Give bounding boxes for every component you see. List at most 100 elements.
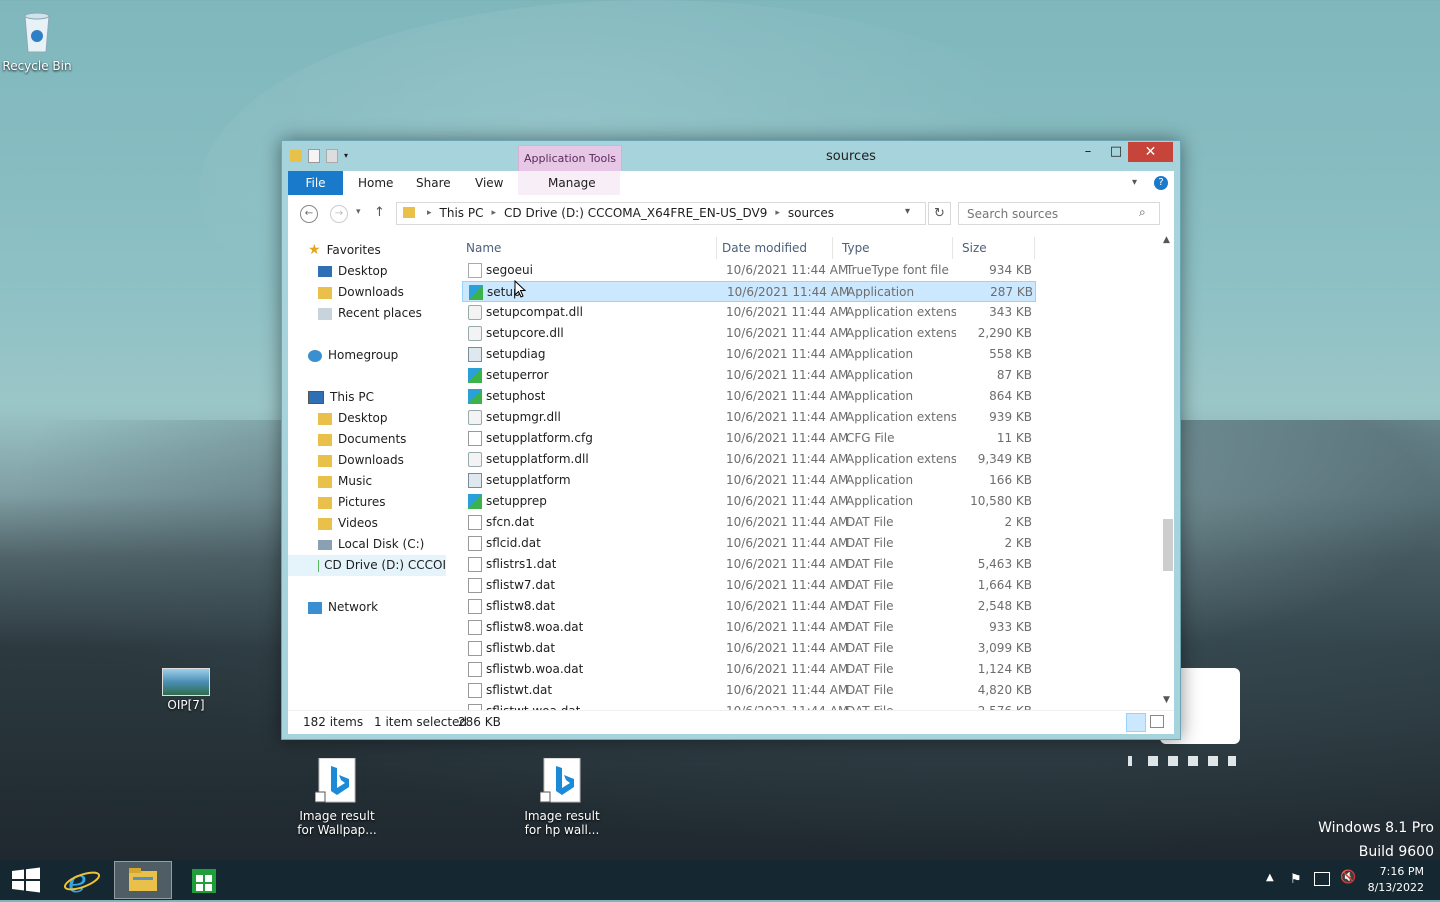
vertical-scrollbar[interactable]: ▲ ▼ [1162,233,1174,710]
column-header-type[interactable]: Type [842,237,953,259]
file-date-modified: 10/6/2021 11:44 AM [726,302,848,323]
details-view-icon[interactable] [1126,713,1146,732]
nav-pc-pictures[interactable]: Pictures [318,492,386,513]
breadcrumb-sources[interactable]: sources [788,206,834,220]
nav-pc-music[interactable]: Music [318,471,372,492]
file-date-modified: 10/6/2021 11:44 AM [726,680,848,701]
table-row[interactable]: setup-app-iconsetuphost10/6/2021 11:44 A… [462,386,1036,407]
table-row[interactable]: setup-app-iconsetuperror10/6/2021 11:44 … [462,365,1036,386]
table-row[interactable]: file-iconsflistw8.dat10/6/2021 11:44 AMD… [462,596,1036,617]
table-row[interactable]: file-iconsflistwt.woa.dat10/6/2021 11:44… [462,701,1036,710]
minimize-button[interactable]: – [1074,142,1102,162]
table-row[interactable]: setup-app-iconsetupprep10/6/2021 11:44 A… [462,491,1036,512]
table-row[interactable]: file-iconsflistrs1.dat10/6/2021 11:44 AM… [462,554,1036,575]
nav-pc-documents[interactable]: Documents [318,429,406,450]
scroll-up-icon[interactable]: ▲ [1163,235,1170,245]
table-row[interactable]: file-iconsetupplatform.cfg10/6/2021 11:4… [462,428,1036,449]
show-hidden-icons-icon[interactable]: ▲ [1266,872,1274,883]
search-icon[interactable]: ⌕ [1139,205,1146,220]
tab-home[interactable]: Home [358,171,393,195]
desktop-icon-image-result-hp[interactable]: Image result for hp wall... [517,758,607,837]
large-icons-view-icon[interactable] [1150,715,1164,728]
nav-pc-videos[interactable]: Videos [318,513,378,534]
nav-this-pc[interactable]: This PC [308,387,374,408]
expand-ribbon-icon[interactable]: ▾ [1132,171,1137,195]
file-name: sflistw8.woa.dat [486,617,583,638]
table-row[interactable]: setup-app-iconsetup10/6/2021 11:44 AMApp… [462,281,1036,302]
nav-pc-local-disk[interactable]: Local Disk (C:) [318,534,424,555]
desktop-icon-image-result-wallpaper[interactable]: Image result for Wallpap... [292,758,382,837]
table-row[interactable]: app-iconsetupdiag10/6/2021 11:44 AMAppli… [462,344,1036,365]
nav-label: Downloads [338,282,404,303]
nav-homegroup[interactable]: Homegroup [308,345,398,366]
nav-pc-desktop[interactable]: Desktop [318,408,388,429]
scrollbar-thumb[interactable] [1163,519,1173,571]
back-icon[interactable]: ← [300,205,318,223]
table-row[interactable]: file-iconsflistwb.woa.dat10/6/2021 11:44… [462,659,1036,680]
file-type: DAT File [846,617,956,638]
table-row[interactable]: dll-iconsetupcompat.dll10/6/2021 11:44 A… [462,302,1036,323]
taskbar-file-explorer[interactable] [114,861,172,899]
tab-file[interactable]: File [288,171,343,195]
start-button[interactable] [0,861,56,899]
table-row[interactable]: file-iconsflcid.dat10/6/2021 11:44 AMDAT… [462,533,1036,554]
nav-favorites[interactable]: ★Favorites [308,240,381,261]
breadcrumb-this-pc[interactable]: This PC [440,206,484,220]
file-size: 2 KB [956,533,1032,554]
file-size: 939 KB [956,407,1032,428]
nav-pc-cd-drive[interactable]: CD Drive (D:) CCCOI [288,555,446,576]
file-date-modified: 10/6/2021 11:44 AM [726,449,848,470]
windows-watermark: Windows 8.1 Pro Build 9600 [1318,816,1434,864]
file-size: 343 KB [956,302,1032,323]
table-row[interactable]: dll-iconsetupplatform.dll10/6/2021 11:44… [462,449,1036,470]
file-icon: file-icon [468,578,482,593]
table-row[interactable]: file-iconsflistwb.dat10/6/2021 11:44 AMD… [462,638,1036,659]
nav-label: Music [338,471,372,492]
nav-label: Network [328,597,378,618]
address-bar[interactable]: ▸ This PC ▸ CD Drive (D:) CCCOMA_X64FRE_… [396,202,926,225]
desktop-icon-recycle-bin[interactable]: Recycle Bin [0,8,82,73]
file-size: 2,290 KB [956,323,1032,344]
forward-icon[interactable]: → [330,205,348,223]
refresh-icon[interactable]: ↻ [928,202,951,225]
tab-view[interactable]: View [475,171,503,195]
maximize-button[interactable]: □ [1102,142,1130,162]
action-center-flag-icon[interactable]: ⚑ [1290,872,1302,887]
nav-fav-recent-places[interactable]: Recent places [318,303,422,324]
network-tray-icon[interactable] [1314,872,1330,886]
table-row[interactable]: file-iconsflistw7.dat10/6/2021 11:44 AMD… [462,575,1036,596]
table-row[interactable]: app-iconsetupplatform10/6/2021 11:44 AMA… [462,470,1036,491]
nav-fav-desktop[interactable]: Desktop [318,261,388,282]
breadcrumb-cd-drive[interactable]: CD Drive (D:) CCCOMA_X64FRE_EN-US_DV9 [504,206,767,220]
taskbar-store[interactable] [176,861,232,899]
help-icon[interactable]: ? [1154,176,1168,190]
table-row[interactable]: dll-iconsetupcore.dll10/6/2021 11:44 AMA… [462,323,1036,344]
close-button[interactable]: ✕ [1128,142,1173,162]
taskbar-internet-explorer[interactable]: e [54,861,110,899]
column-header-size[interactable]: Size [962,237,1035,259]
table-row[interactable]: file-iconsflistwt.dat10/6/2021 11:44 AMD… [462,680,1036,701]
recent-locations-icon[interactable]: ▾ [356,207,361,217]
column-header-date[interactable]: Date modified [722,237,833,259]
nav-network[interactable]: Network [308,597,378,618]
system-clock[interactable]: 7:16 PM 8/13/2022 [1368,864,1424,896]
table-row[interactable]: dll-iconsetupmgr.dll10/6/2021 11:44 AMAp… [462,407,1036,428]
nav-fav-downloads[interactable]: Downloads [318,282,404,303]
tab-share[interactable]: Share [416,171,451,195]
search-input[interactable] [965,205,1137,223]
file-icon: file-icon [468,515,482,530]
scroll-down-icon[interactable]: ▼ [1163,695,1170,705]
table-row[interactable]: font-iconsegoeui10/6/2021 11:44 AMTrueTy… [462,260,1036,281]
table-row[interactable]: file-iconsflistw8.woa.dat10/6/2021 11:44… [462,617,1036,638]
desktop-icon-oip[interactable]: OIP[7] [141,668,231,712]
nav-pc-downloads[interactable]: Downloads [318,450,404,471]
file-date-modified: 10/6/2021 11:44 AM [726,407,848,428]
table-row[interactable]: file-iconsfcn.dat10/6/2021 11:44 AMDAT F… [462,512,1036,533]
column-header-name[interactable]: Name [462,237,717,259]
file-name: setuphost [486,386,545,407]
volume-muted-icon[interactable]: 🔇 [1340,870,1356,885]
title-bar[interactable]: ▾ Application Tools sources – □ ✕ [282,141,1180,171]
up-icon[interactable]: ↑ [374,205,385,220]
tab-manage[interactable]: Manage [548,171,596,195]
address-dropdown-icon[interactable]: ▾ [905,206,910,217]
